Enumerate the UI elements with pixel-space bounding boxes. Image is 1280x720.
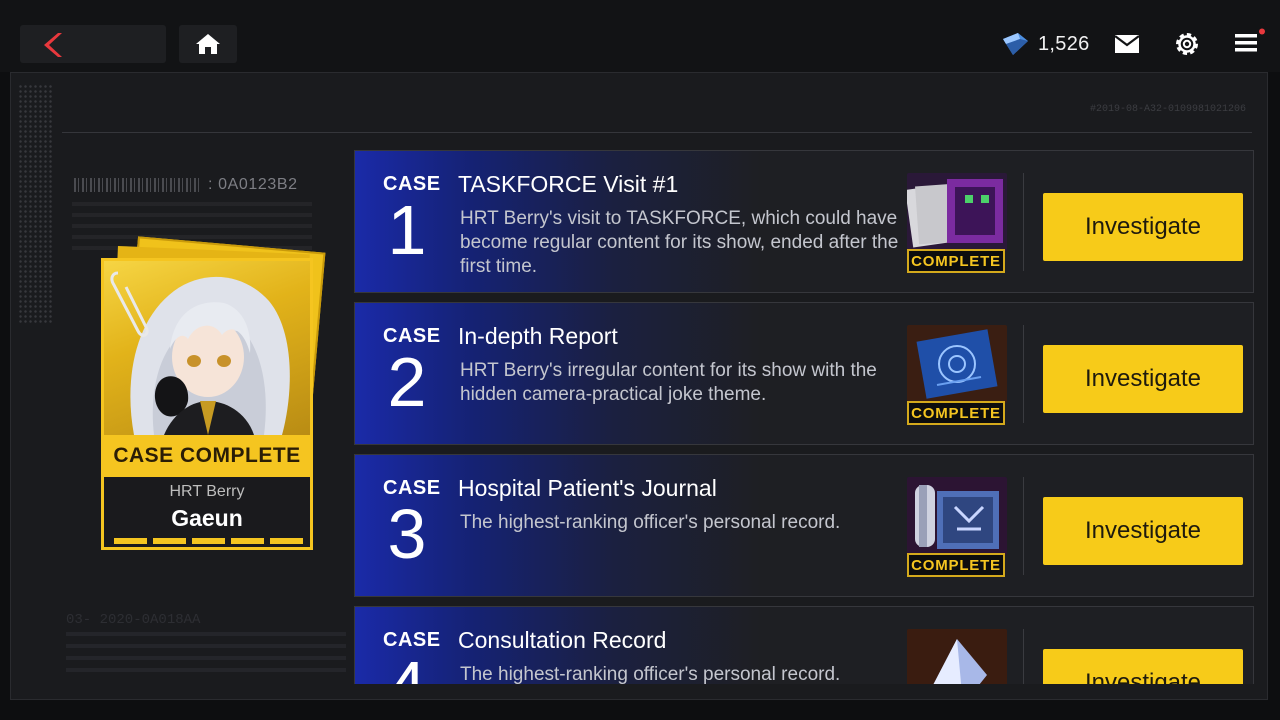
investigate-button[interactable]: Investigate — [1043, 193, 1243, 261]
progress-pip — [192, 538, 225, 544]
case-title: Consultation Record — [458, 627, 667, 653]
case-complete-label: CASE COMPLETE — [113, 444, 301, 467]
menu-icon[interactable] — [1233, 28, 1269, 58]
case-title: In-depth Report — [458, 323, 618, 349]
currency-amount: 1,526 — [1038, 32, 1090, 55]
progress-pips — [114, 538, 303, 544]
barcode-id: : 0A0123B2 — [208, 176, 298, 193]
settings-gear-icon[interactable] — [1174, 31, 1200, 57]
home-button[interactable] — [179, 25, 237, 63]
case-description: HRT Berry's visit to TASKFORCE, which co… — [460, 208, 899, 277]
character-portrait — [104, 261, 310, 435]
case-number: 2 — [387, 343, 427, 421]
character-subtitle: HRT Berry — [169, 483, 245, 500]
case-row: CASE 2 In-depth Report HRT Berry's irreg… — [354, 302, 1254, 445]
back-arrow-icon — [44, 33, 62, 57]
investigate-button[interactable]: Investigate — [1043, 345, 1243, 413]
progress-pip — [114, 538, 147, 544]
progress-pip — [153, 538, 186, 544]
serial-number: #2019-08-A32-0109981021206 — [1089, 104, 1246, 115]
crystal-currency-icon — [1003, 33, 1028, 55]
barcode-row: : 0A0123B2 — [74, 176, 298, 194]
ghost-text-lines — [66, 632, 346, 672]
mail-icon[interactable] — [1114, 34, 1140, 54]
case-row: CASE 1 TASKFORCE Visit #1 HRT Berry's vi… — [354, 150, 1254, 293]
character-name: Gaeun — [171, 505, 243, 531]
case-number: 3 — [387, 495, 427, 573]
currency-display[interactable]: 1,526 — [1000, 28, 1090, 60]
documents-icon — [907, 173, 1007, 251]
crystal-shard-icon — [907, 629, 1007, 684]
top-bar: 1,526 — [0, 0, 1280, 72]
investigate-button[interactable]: Investigate — [1043, 649, 1243, 684]
case-row: CASE 3 Hospital Patient's Journal The hi… — [354, 454, 1254, 597]
complete-badge: COMPLETE — [907, 249, 1005, 273]
case-number: 1 — [387, 191, 427, 269]
case-description: HRT Berry's irregular content for its sh… — [460, 360, 877, 405]
row-divider — [1023, 173, 1024, 271]
home-icon — [196, 34, 220, 54]
case-description: The highest-ranking officer's personal r… — [460, 664, 841, 684]
row-divider — [1023, 325, 1024, 423]
row-divider — [1023, 477, 1024, 575]
blueprint-file-icon — [907, 325, 1007, 403]
complete-badge: COMPLETE — [907, 553, 1005, 577]
case-list[interactable]: CASE 1 TASKFORCE Visit #1 HRT Berry's vi… — [354, 150, 1258, 684]
case-row: CASE 4 Consultation Record The highest-r… — [354, 606, 1254, 684]
progress-pip — [270, 538, 303, 544]
decorative-dot-strip — [18, 84, 52, 324]
row-divider — [1023, 629, 1024, 684]
progress-pip — [231, 538, 264, 544]
barcode-icon — [74, 178, 202, 192]
case-title: Hospital Patient's Journal — [458, 475, 717, 501]
complete-badge: COMPLETE — [907, 401, 1005, 425]
frame-divider — [62, 132, 1252, 133]
case-complete-band: CASE COMPLETE — [104, 435, 310, 477]
investigate-button[interactable]: Investigate — [1043, 497, 1243, 565]
case-number: 4 — [385, 651, 429, 684]
case-title: TASKFORCE Visit #1 — [458, 171, 679, 197]
back-button[interactable] — [20, 25, 166, 63]
journal-scroll-icon — [907, 477, 1007, 555]
case-description: The highest-ranking officer's personal r… — [460, 512, 841, 533]
ghost-serial: 03- 2020-0A018AA — [66, 612, 201, 628]
character-card[interactable]: CASE COMPLETE HRT Berry Gaeun — [101, 258, 313, 550]
